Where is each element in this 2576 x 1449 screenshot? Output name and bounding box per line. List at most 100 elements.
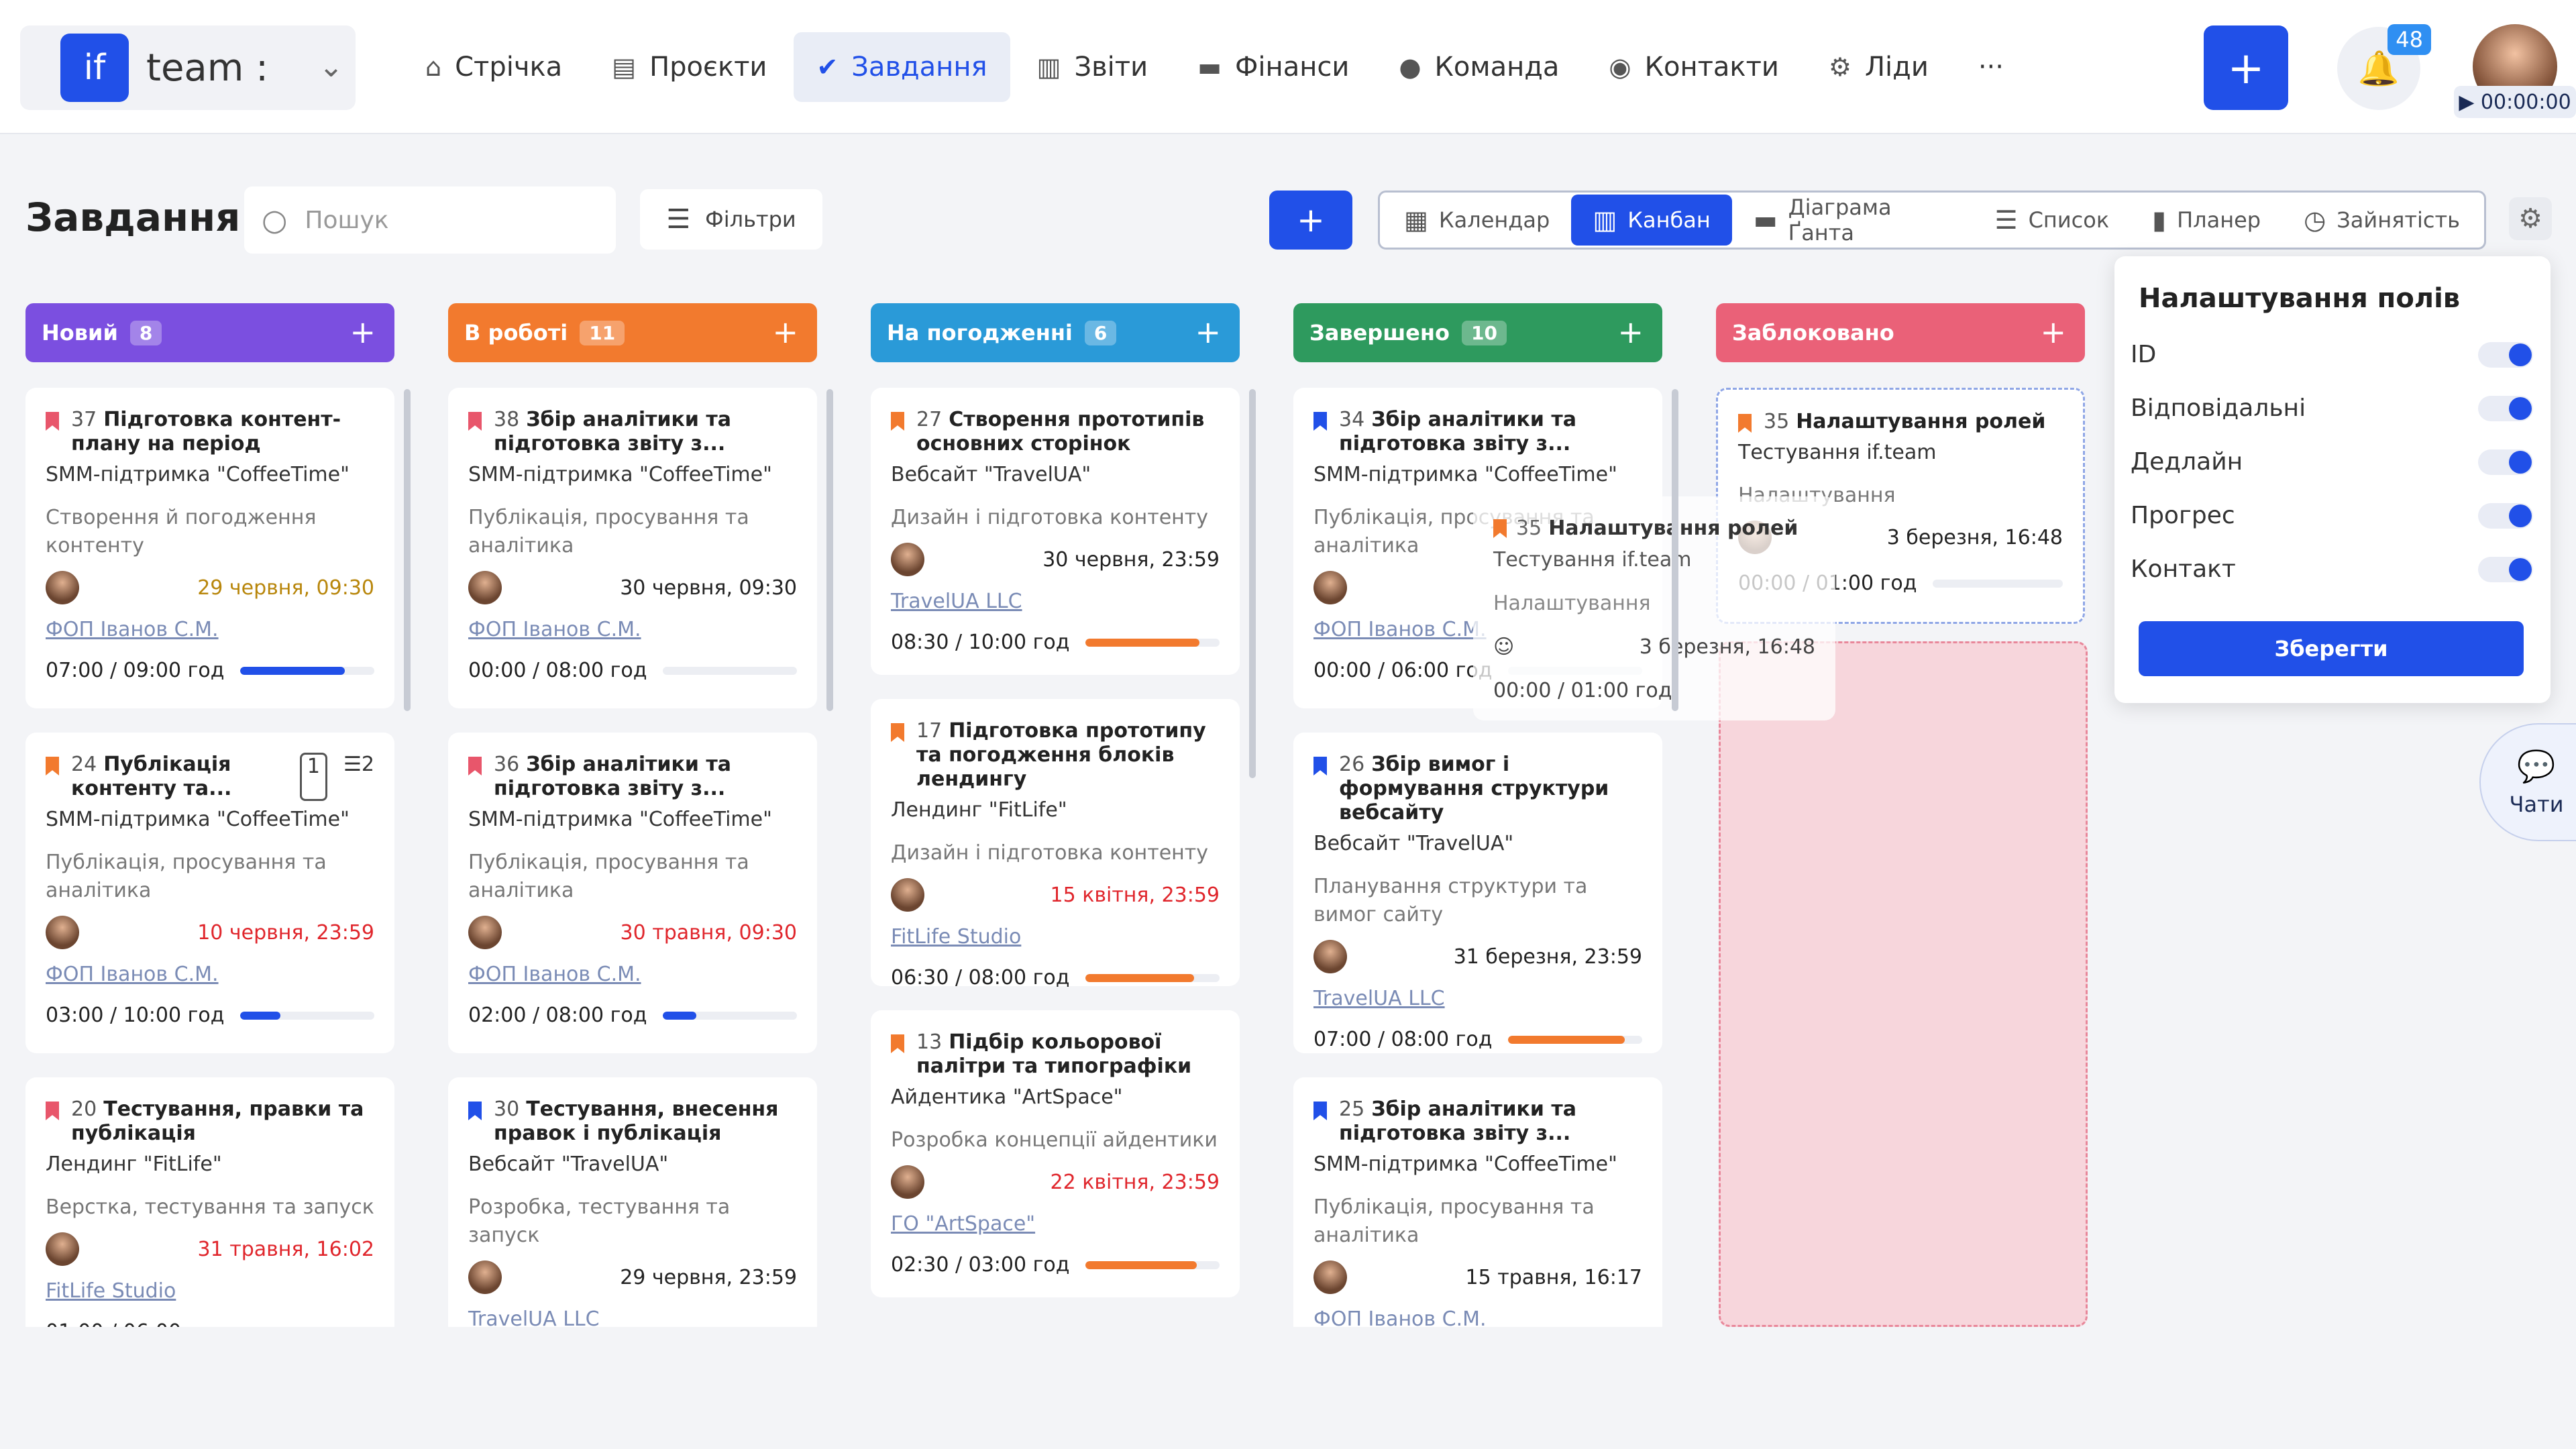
task-client-link[interactable]: TravelUA LLC	[891, 590, 1220, 613]
task-header: 27 Створення прототипів основних сторінок	[891, 408, 1220, 456]
task-id: 24	[71, 753, 97, 776]
nav-item-finance[interactable]: ▬ Фінанси	[1175, 32, 1372, 102]
field-toggle-id[interactable]: ID	[2131, 341, 2533, 368]
task-client-link[interactable]: ФОП Іванов С.М.	[468, 618, 797, 641]
task-project: SMM-підтримка "CoffeeTime"	[1313, 463, 1617, 486]
assignee-avatar	[46, 571, 79, 604]
task-client-link[interactable]: FitLife Studio	[46, 1279, 374, 1303]
add-task-button[interactable]: +	[1269, 191, 1352, 250]
team-switcher[interactable]: if team : ⌄	[20, 25, 356, 110]
search-box[interactable]: ○	[244, 186, 616, 254]
column-scrollbar[interactable]	[404, 389, 411, 711]
task-stage: Публікація, просування та аналітика	[1313, 1195, 1595, 1247]
add-card-button[interactable]: +	[1195, 314, 1221, 350]
nav-item-feed[interactable]: ⌂ Стрічка	[402, 32, 585, 102]
task-deadline: 30 червня, 09:30	[620, 576, 797, 600]
task-project: Вебсайт "TravelUA"	[468, 1152, 669, 1176]
view-label: Календар	[1438, 207, 1550, 233]
task-card[interactable]: 38 Збір аналітики та підготовка звіту з..…	[448, 388, 817, 708]
task-client-link[interactable]: ФОП Іванов С.М.	[46, 618, 374, 641]
global-add-button[interactable]: +	[2204, 25, 2288, 110]
view-calendar[interactable]: ▦ Календар	[1383, 195, 1571, 246]
task-header: 30 Тестування, внесення правок і публікац…	[468, 1097, 797, 1146]
task-card[interactable]: 36 Збір аналітики та підготовка звіту з..…	[448, 733, 817, 1053]
task-client-link[interactable]: ФОП Іванов С.М.	[1313, 1307, 1642, 1327]
task-card[interactable]: 26 Збір вимог і формування структури вебс…	[1293, 733, 1662, 1053]
task-client-link[interactable]: TravelUA LLC	[468, 1307, 797, 1327]
field-toggle-contact[interactable]: Контакт	[2131, 555, 2533, 583]
task-id: 35	[1516, 517, 1542, 540]
time-tracker[interactable]: ▶ 00:00:00	[2454, 86, 2576, 118]
home-icon: ⌂	[425, 52, 442, 82]
add-card-button[interactable]: +	[772, 314, 798, 350]
search-input[interactable]	[305, 206, 574, 234]
add-card-button[interactable]: +	[2040, 314, 2066, 350]
gear-icon[interactable]: ⚙	[2509, 197, 2552, 240]
add-card-button[interactable]: +	[350, 314, 376, 350]
view-gantt[interactable]: ▬ Діаграма Ґанта	[1732, 195, 1974, 246]
nav-item-reports[interactable]: ▥ Звіти	[1014, 32, 1171, 102]
column-scrollbar[interactable]	[1249, 389, 1256, 778]
task-client-link[interactable]: FitLife Studio	[891, 925, 1220, 949]
task-header: 13 Підбір кольорової палітри та типографі…	[891, 1030, 1220, 1079]
add-card-button[interactable]: +	[1617, 314, 1644, 350]
field-toggle-assignees[interactable]: Відповідальні	[2131, 394, 2533, 422]
filters-button[interactable]: ☰ Фільтри	[640, 189, 822, 250]
view-planner[interactable]: ▮ Планер	[2131, 195, 2282, 246]
nav-more-button[interactable]: ···	[1955, 32, 2027, 102]
task-client-link[interactable]: ГО "ArtSpace"	[891, 1212, 1220, 1236]
task-id: 38	[494, 408, 520, 431]
list-icon: ☰	[1994, 205, 2018, 235]
task-hours: 00:00 / 06:00 год	[1313, 659, 1493, 682]
toggle-switch[interactable]	[2478, 341, 2533, 368]
task-card[interactable]: 37 Підготовка контент-плану на період SMM…	[25, 388, 394, 708]
dragged-card-ghost[interactable]: 35 Налаштування ролей Тестування if.team…	[1473, 496, 1835, 720]
toggle-switch[interactable]	[2478, 502, 2533, 529]
nav-item-leads[interactable]: ⚙ Ліди	[1806, 32, 1951, 102]
flag-icon	[46, 1102, 59, 1120]
nav-item-contacts[interactable]: ◉ Контакти	[1586, 32, 1801, 102]
column-scrollbar[interactable]	[826, 389, 833, 711]
task-meta: 30 червня, 23:59	[891, 543, 1220, 576]
toggle-switch[interactable]	[2478, 449, 2533, 475]
toggle-switch[interactable]	[2478, 395, 2533, 421]
task-card[interactable]: 20 Тестування, правки та публікація Ленди…	[25, 1077, 394, 1327]
task-title: Тестування, правки та публікація	[71, 1097, 364, 1145]
flag-icon	[891, 723, 904, 742]
save-button[interactable]: Зберегти	[2139, 621, 2524, 676]
toggle-switch[interactable]	[2478, 556, 2533, 582]
task-card[interactable]: 24 Публікація контенту та... 1 ☰2 SMM-під…	[25, 733, 394, 1053]
nav-item-projects[interactable]: ▤ Проєкти	[589, 32, 790, 102]
field-label: Прогрес	[2131, 502, 2235, 529]
task-client-link[interactable]: TravelUA LLC	[1313, 987, 1642, 1010]
task-card[interactable]: 27 Створення прототипів основних сторінок…	[871, 388, 1240, 675]
task-meta: 29 червня, 23:59	[468, 1260, 797, 1294]
task-hours-row: 01:00 / 06:00 год	[46, 1320, 374, 1327]
task-client-link[interactable]: ФОП Іванов С.М.	[46, 963, 374, 986]
column-title: Новий	[42, 320, 118, 345]
nav-item-tasks[interactable]: ✔ Завдання	[794, 32, 1010, 102]
column-scrollbar[interactable]	[1672, 389, 1678, 711]
task-card[interactable]: 25 Збір аналітики та підготовка звіту з..…	[1293, 1077, 1662, 1327]
task-card[interactable]: 13 Підбір кольорової палітри та типографі…	[871, 1010, 1240, 1297]
assignee-avatar	[468, 1260, 502, 1294]
field-toggle-deadline[interactable]: Дедлайн	[2131, 448, 2533, 476]
task-client-link[interactable]: ФОП Іванов С.М.	[468, 963, 797, 986]
assignee-avatar	[1313, 571, 1347, 604]
task-card[interactable]: 17 Підготовка прототипу та погодження бло…	[871, 699, 1240, 989]
task-hours-row: 06:30 / 08:00 год	[891, 966, 1220, 989]
drop-zone[interactable]	[1719, 641, 2088, 1327]
assignee-avatar	[891, 1165, 924, 1199]
notifications-button[interactable]: 🔔 48	[2337, 24, 2431, 110]
field-label: Дедлайн	[2131, 448, 2243, 476]
view-kanban[interactable]: ▥ Канбан	[1571, 195, 1732, 246]
view-workload[interactable]: ◷ Зайнятість	[2282, 195, 2481, 246]
chats-button[interactable]: 💬 Чати	[2479, 723, 2576, 841]
view-list[interactable]: ☰ Список	[1974, 195, 2131, 246]
task-deadline: 22 квітня, 23:59	[1050, 1170, 1220, 1194]
nav-item-team[interactable]: ● Команда	[1376, 32, 1582, 102]
column-title: Завершено	[1309, 320, 1450, 345]
task-hours: 00:00 / 08:00 год	[468, 659, 647, 682]
field-toggle-progress[interactable]: Прогрес	[2131, 502, 2533, 529]
task-card[interactable]: 30 Тестування, внесення правок і публікац…	[448, 1077, 817, 1327]
